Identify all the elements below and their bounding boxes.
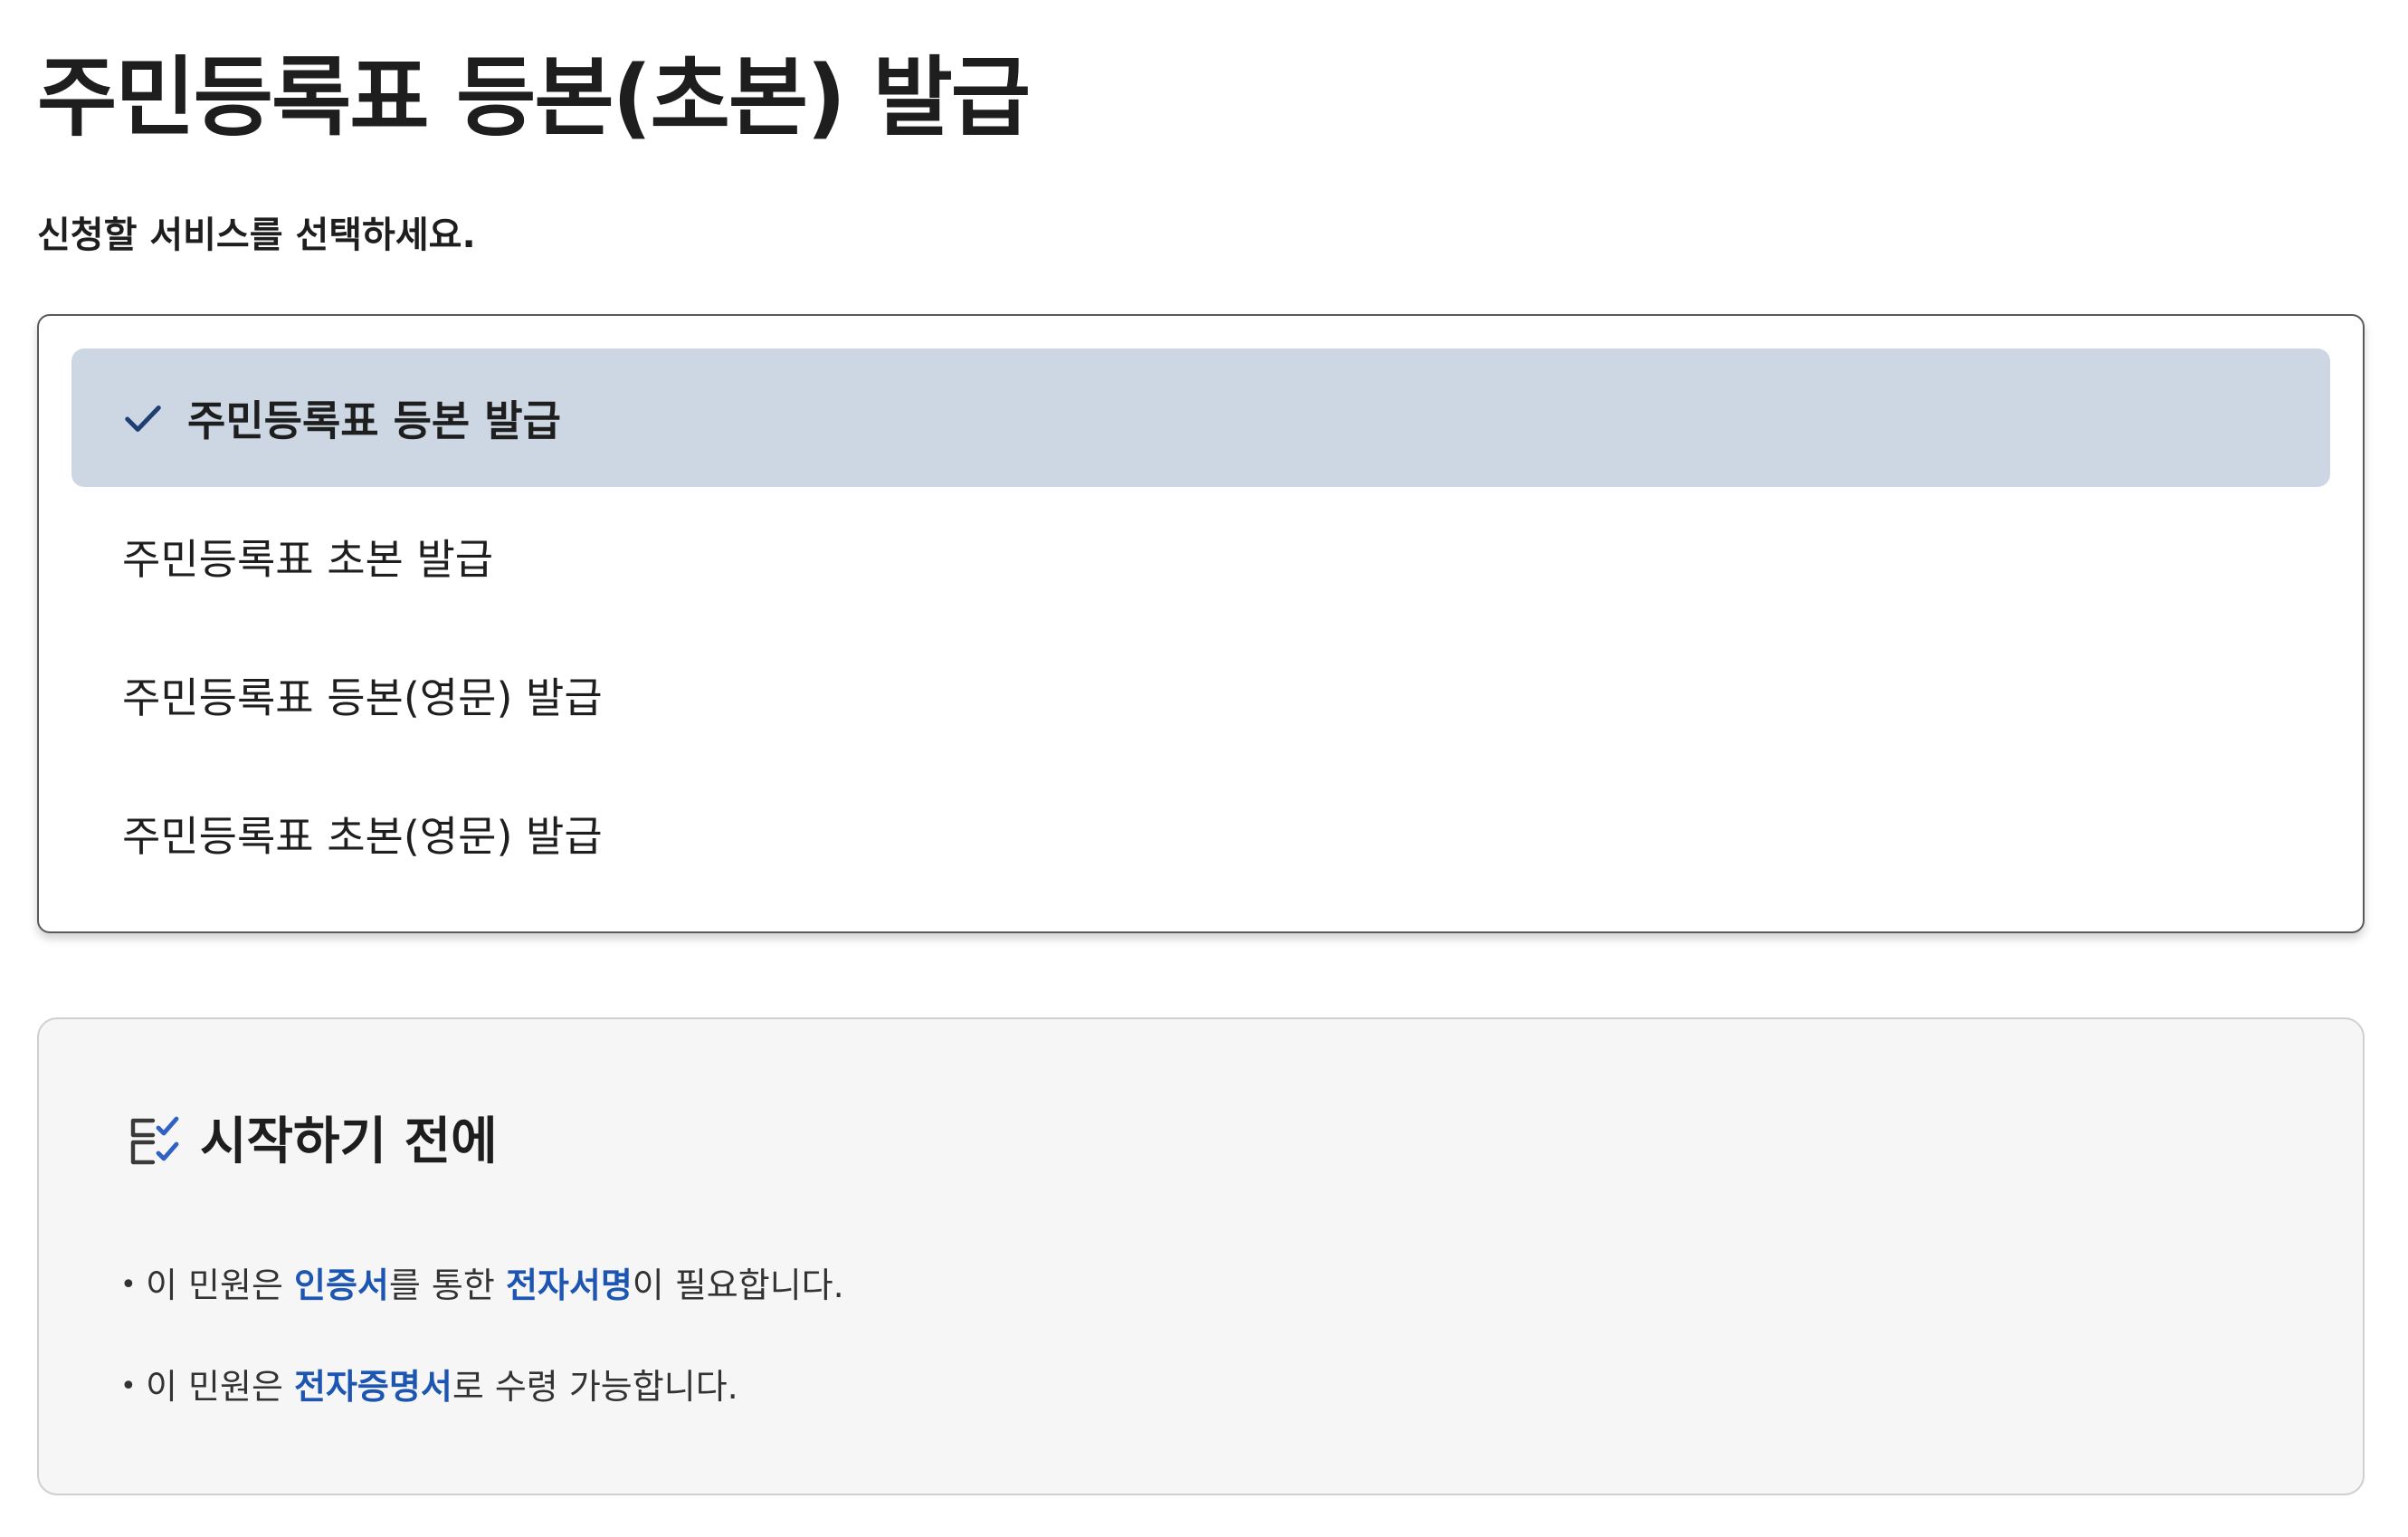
notice-text: 이 필요합니다.: [632, 1265, 844, 1305]
option-resident-copy[interactable]: 주민등록표 등본 발급: [71, 348, 2330, 487]
notice-text: 를 통한: [388, 1265, 506, 1305]
option-resident-abstract-english[interactable]: 주민등록표 초본(영문) 발급: [71, 764, 2330, 902]
notice-signature: • 이 민원은 인증서를 통한 전자서명이 필요합니다.: [120, 1262, 844, 1309]
checklist-icon: [130, 1116, 179, 1165]
notice-highlight-certificate: 인증서: [294, 1265, 389, 1305]
page-title: 주민등록표 등본(초본) 발급: [37, 47, 1031, 148]
notice-text: 이 민원은: [146, 1367, 294, 1407]
option-resident-copy-english[interactable]: 주민등록표 등본(영문) 발급: [71, 625, 2330, 764]
check-icon: [125, 405, 161, 432]
option-label: 주민등록표 등본 발급: [187, 396, 561, 445]
service-option-list: 주민등록표 등본 발급 주민등록표 초본 발급 주민등록표 등본(영문) 발급 …: [37, 314, 2365, 933]
option-label: 주민등록표 초본(영문) 발급: [122, 811, 603, 861]
before-start-header: 시작하기 전에: [128, 1110, 498, 1175]
notice-text: 이 민원은: [146, 1265, 294, 1305]
before-start-title: 시작하기 전에: [200, 1112, 498, 1171]
bullet: •: [120, 1269, 137, 1301]
before-start-panel: 시작하기 전에 • 이 민원은 인증서를 통한 전자서명이 필요합니다. • 이 민…: [37, 1017, 2365, 1495]
option-label: 주민등록표 등본(영문) 발급: [122, 673, 603, 722]
option-resident-abstract[interactable]: 주민등록표 초본 발급: [71, 487, 2330, 625]
notice-text: 로 수령 가능합니다.: [452, 1367, 738, 1407]
page-subtitle: 신청할 서비스를 선택하세요.: [37, 215, 476, 256]
notice-highlight-signature: 전자서명: [505, 1265, 633, 1305]
notice-highlight-e-certificate: 전자증명서: [294, 1367, 452, 1407]
bullet: •: [120, 1370, 137, 1402]
option-label: 주민등록표 초본 발급: [122, 534, 494, 584]
notice-e-certificate: • 이 민원은 전자증명서로 수령 가능합니다.: [120, 1363, 738, 1410]
